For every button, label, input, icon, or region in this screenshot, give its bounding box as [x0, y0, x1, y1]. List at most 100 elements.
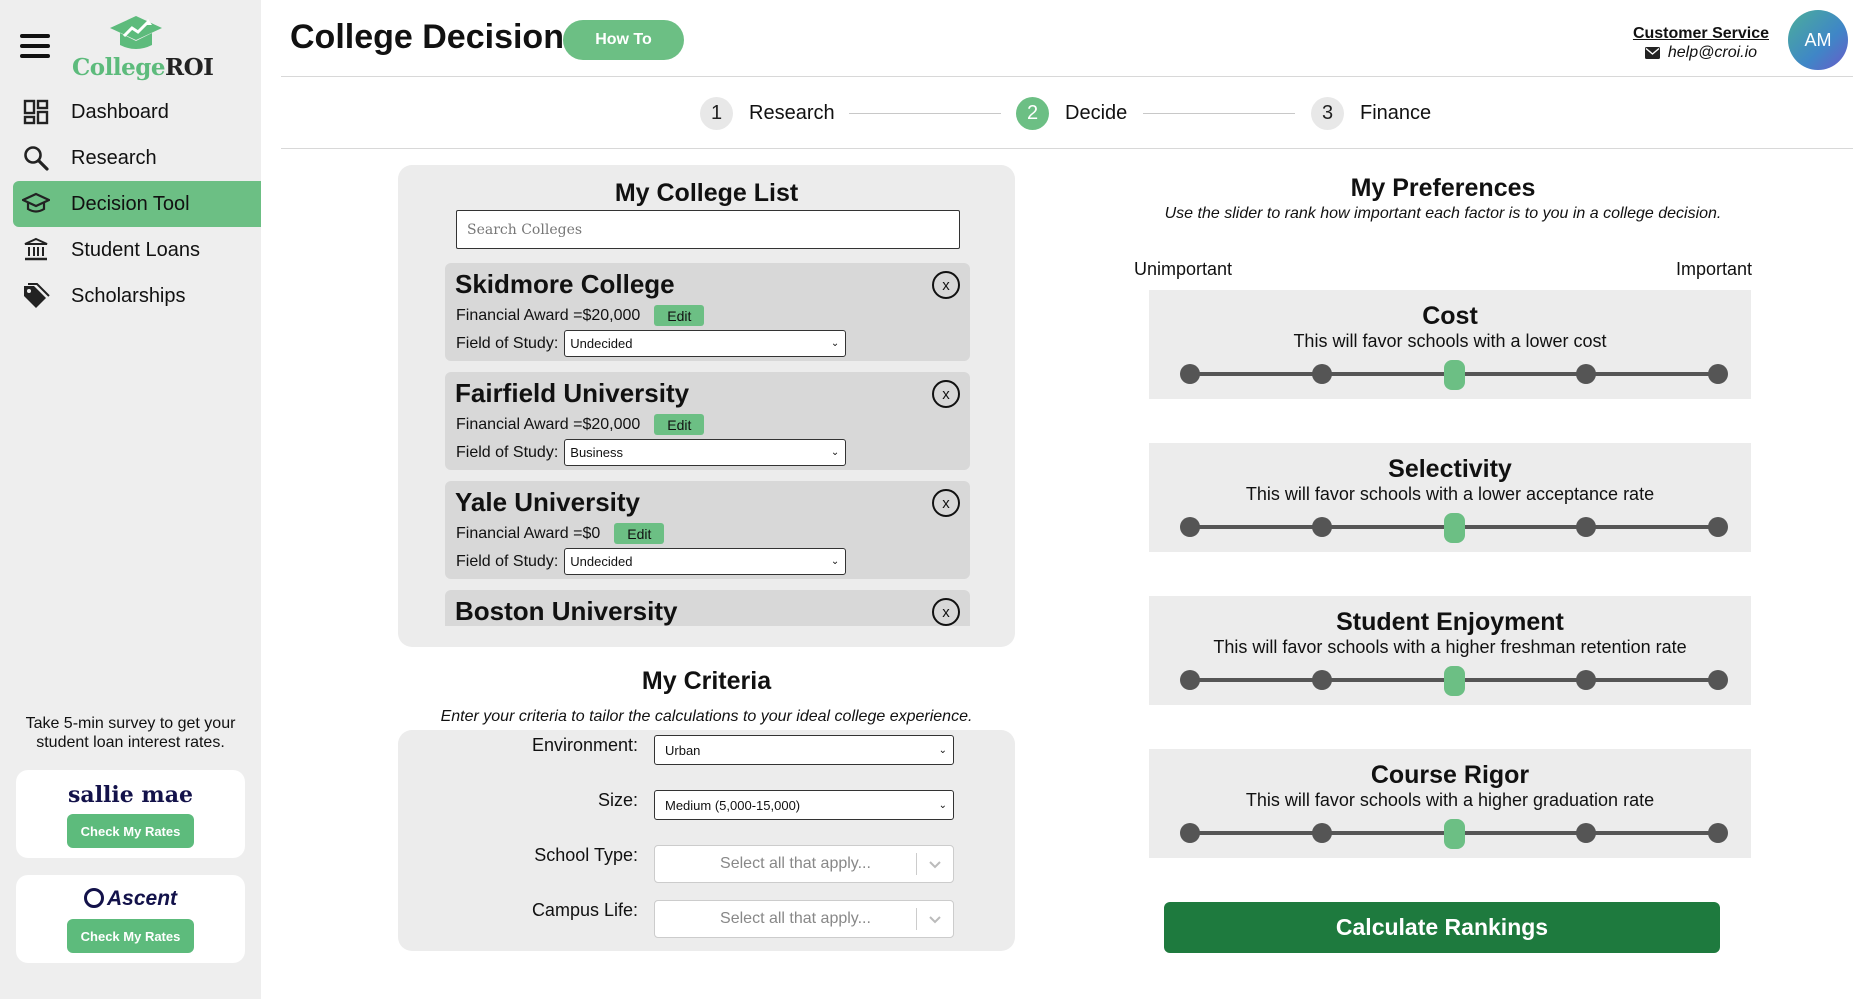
check-rates-button[interactable]: Check My Rates	[67, 919, 194, 953]
survey-promo-text: Take 5-min survey to get your student lo…	[25, 715, 236, 751]
slider-stop[interactable]	[1312, 517, 1332, 537]
slider-stop[interactable]	[1708, 670, 1728, 690]
check-rates-button[interactable]: Check My Rates	[67, 814, 194, 848]
slider-stop[interactable]	[1180, 517, 1200, 537]
field-of-study-select[interactable]: Business ⌄	[564, 439, 847, 466]
slider-stop[interactable]	[1576, 823, 1596, 843]
slider-stop[interactable]	[1576, 364, 1596, 384]
slider-stop[interactable]	[1576, 517, 1596, 537]
slider-thumb[interactable]	[1444, 819, 1465, 849]
logo[interactable]: CollegeROI	[72, 14, 214, 84]
ascent-logo: Ascent	[16, 887, 245, 911]
dashboard-icon	[21, 97, 51, 127]
how-to-button[interactable]: How To	[563, 20, 684, 60]
step-label: Finance	[1360, 101, 1432, 124]
ascent-logo-icon	[83, 888, 104, 908]
pref-card-cost: Cost This will favor schools with a lowe…	[1149, 290, 1751, 399]
slider-stop[interactable]	[1708, 823, 1728, 843]
slider-thumb[interactable]	[1444, 513, 1465, 543]
remove-college-button[interactable]: x	[932, 380, 960, 408]
importance-slider[interactable]	[1180, 513, 1728, 543]
app-root: CollegeROI Dashboard Research Decision T…	[0, 0, 1858, 999]
customer-service: Customer Service help@croi.io	[1633, 25, 1769, 62]
college-name: Yale University	[455, 487, 640, 517]
sidebar: CollegeROI Dashboard Research Decision T…	[0, 0, 261, 999]
school-type-label: School Type:	[534, 845, 638, 865]
factor-description: This will favor schools with a higher gr…	[1245, 790, 1655, 810]
step-decide[interactable]: 2 Decide	[1016, 96, 1127, 130]
financial-award: Financial Award = $20,000 Edit	[456, 305, 705, 326]
graduation-cap-logo-icon	[110, 16, 162, 49]
avatar[interactable]: AM	[1788, 10, 1848, 70]
search-colleges-input[interactable]: Search Colleges	[456, 210, 960, 249]
field-of-study-select[interactable]: Undecided ⌄	[564, 330, 847, 357]
environment-label: Environment:	[531, 735, 638, 755]
step-number: 2	[1016, 96, 1049, 130]
preferences-subtitle: Use the slider to rank how important eac…	[1164, 205, 1722, 222]
college-card-yale: Yale University x Financial Award = $0 E…	[445, 481, 970, 579]
sidebar-item-label: Research	[71, 146, 157, 169]
college-list[interactable]: Skidmore College x Financial Award = $20…	[445, 263, 970, 626]
calculate-rankings-button[interactable]: Calculate Rankings	[1164, 902, 1720, 953]
graduation-cap-icon	[21, 189, 51, 219]
edit-award-button[interactable]: Edit	[654, 414, 705, 435]
field-of-study-select[interactable]: Undecided ⌄	[564, 548, 847, 575]
sidebar-item-label: Decision Tool	[71, 192, 190, 215]
college-card-boston: Boston University x	[445, 590, 970, 626]
remove-college-button[interactable]: x	[932, 598, 960, 626]
pref-card-selectivity: Selectivity This will favor schools with…	[1149, 443, 1751, 552]
chevron-down-icon: ⌄	[938, 799, 947, 811]
menu-icon[interactable]	[20, 34, 50, 58]
factor-name: Selectivity	[1388, 455, 1512, 483]
edit-award-button[interactable]: Edit	[614, 523, 665, 544]
sidebar-item-dashboard[interactable]: Dashboard	[13, 89, 261, 135]
divider	[281, 76, 1853, 77]
customer-service-link[interactable]: Customer Service	[1633, 25, 1769, 43]
step-number: 1	[700, 96, 733, 130]
remove-college-button[interactable]: x	[932, 489, 960, 517]
slider-stop[interactable]	[1708, 364, 1728, 384]
school-type-multiselect[interactable]: Select all that apply...	[654, 845, 954, 883]
step-connector	[1143, 113, 1295, 114]
college-name: Fairfield University	[455, 378, 690, 408]
importance-slider[interactable]	[1180, 819, 1728, 849]
college-name: Skidmore College	[455, 269, 675, 299]
pref-card-course-rigor: Course Rigor This will favor schools wit…	[1149, 749, 1751, 858]
bank-icon	[21, 235, 51, 265]
chevron-down-icon	[917, 860, 953, 869]
financial-award: Financial Award = $20,000 Edit	[456, 414, 705, 435]
sidebar-item-research[interactable]: Research	[13, 135, 261, 181]
field-of-study: Field of Study: Business ⌄	[456, 439, 847, 466]
sidebar-item-scholarships[interactable]: Scholarships	[13, 273, 261, 319]
sidebar-item-decision-tool[interactable]: Decision Tool	[13, 181, 261, 227]
slider-stop[interactable]	[1312, 670, 1332, 690]
college-card-fairfield: Fairfield University x Financial Award =…	[445, 372, 970, 470]
environment-select[interactable]: Urban ⌄	[654, 735, 954, 765]
slider-thumb[interactable]	[1444, 666, 1465, 696]
slider-stop[interactable]	[1180, 364, 1200, 384]
edit-award-button[interactable]: Edit	[654, 305, 705, 326]
size-select[interactable]: Medium (5,000-15,000) ⌄	[654, 790, 954, 820]
slider-stop[interactable]	[1312, 823, 1332, 843]
campus-life-multiselect[interactable]: Select all that apply...	[654, 900, 954, 938]
slider-thumb[interactable]	[1444, 360, 1465, 390]
importance-slider[interactable]	[1180, 666, 1728, 696]
slider-stop[interactable]	[1180, 823, 1200, 843]
slider-stop[interactable]	[1312, 364, 1332, 384]
page-title: College Decision	[290, 18, 564, 56]
step-finance[interactable]: 3 Finance	[1311, 96, 1431, 130]
factor-name: Student Enjoyment	[1336, 608, 1564, 636]
sidebar-item-label: Scholarships	[71, 284, 186, 307]
size-label: Size:	[597, 790, 638, 810]
importance-slider[interactable]	[1180, 360, 1728, 390]
sidebar-item-student-loans[interactable]: Student Loans	[13, 227, 261, 273]
support-email[interactable]: help@croi.io	[1633, 44, 1769, 62]
field-of-study: Field of Study: Undecided ⌄	[456, 548, 847, 575]
lender-card-sallie-mae: sallie mae Check My Rates	[16, 770, 245, 858]
slider-stop[interactable]	[1708, 517, 1728, 537]
remove-college-button[interactable]: x	[932, 271, 960, 299]
sidebar-item-label: Dashboard	[71, 100, 169, 123]
slider-stop[interactable]	[1576, 670, 1596, 690]
slider-stop[interactable]	[1180, 670, 1200, 690]
step-research[interactable]: 1 Research	[700, 96, 835, 130]
